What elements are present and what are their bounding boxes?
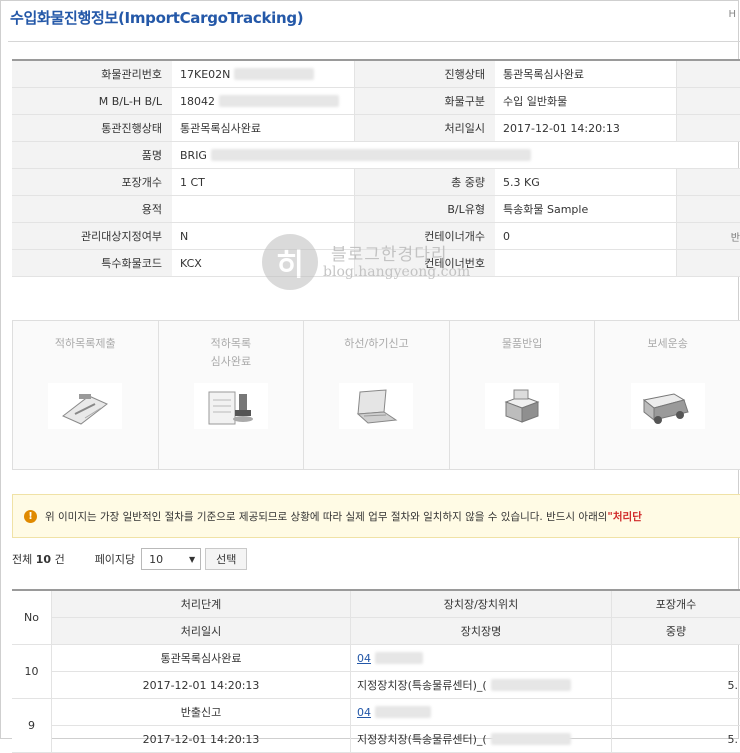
row-location-name: 지정장치장(특송물류센터)_( (351, 672, 612, 698)
info-value: 1 CT (172, 169, 355, 195)
row-weight: 5. (727, 678, 739, 692)
step-label: 물품반입 (501, 337, 543, 350)
chevron-down-icon: ▼ (189, 554, 196, 564)
step-unloading-report: 하선/하기신고 (304, 321, 450, 469)
step-manifest-review: 적하목록 심사완료 (159, 321, 305, 469)
select-button[interactable]: 선택 (205, 548, 248, 570)
title-divider (8, 41, 740, 42)
per-page-label: 페이지당 (94, 553, 136, 566)
info-label: 용적 (12, 196, 172, 222)
step-manifest-submit: 적하목록제출 (13, 321, 159, 469)
per-page-select[interactable]: 10 ▼ (141, 548, 202, 570)
info-value: BRIG (172, 142, 740, 168)
laptop-icon (339, 383, 414, 429)
boxes-icon (485, 383, 560, 429)
info-value: 수입 일반화물 (495, 88, 677, 114)
info-label: 특수화물코드 (12, 250, 172, 276)
header-location-name: 장치장명 (351, 618, 612, 644)
info-edge-text: 반 (677, 223, 740, 249)
info-value: 5.3 KG (495, 169, 677, 195)
info-value (495, 250, 677, 276)
step-label: 보세운송 (647, 337, 688, 350)
table-row: 2017-12-01 14:20:13 지정장치장(특송물류센터)_( 5. (12, 672, 740, 699)
step-label: 적하목록제출 (54, 337, 116, 350)
watermark-logo: 히 (262, 234, 318, 290)
table-header-row: 처리일시 장치장명 중량 (12, 618, 740, 645)
row-date: 2017-12-01 14:20:13 (52, 726, 351, 752)
corner-mark: H (728, 9, 736, 20)
info-label: 관리대상지정여부 (12, 223, 172, 249)
info-row: 화물관리번호 17KE02N 진행상태 통관목록심사완료 (12, 61, 740, 88)
row-date: 2017-12-01 14:20:13 (52, 672, 351, 698)
history-table: 처리단계 장치장/장치위치 포장개수 처리일시 장치장명 중량 No 통관목록심… (12, 589, 740, 753)
header-step: 처리단계 (52, 591, 351, 617)
info-row: 품명 BRIG (12, 142, 740, 169)
row-no: 9 (12, 699, 52, 752)
info-label: M B/L-H B/L (12, 88, 172, 114)
info-label: 처리일시 (355, 115, 495, 141)
info-row: M B/L-H B/L 18042 화물구분 수입 일반화물 (12, 88, 740, 115)
info-row: 용적 B/L유형 특송화물 Sample (12, 196, 740, 223)
info-label: 통관진행상태 (12, 115, 172, 141)
notice-text: 위 이미지는 가장 일반적인 절차를 기준으로 제공되므로 상황에 따라 실제 … (45, 510, 608, 523)
stamp-document-icon (193, 383, 268, 429)
info-label: 화물관리번호 (12, 61, 172, 87)
info-row: 통관진행상태 통관목록심사완료 처리일시 2017-12-01 14:20:13 (12, 115, 740, 142)
truck-icon (630, 383, 705, 429)
header-location: 장치장/장치위치 (351, 591, 612, 617)
table-header-row: 처리단계 장치장/장치위치 포장개수 (12, 591, 740, 618)
header-packages: 포장개수 (655, 598, 697, 611)
table-row: 반출신고 04 (12, 699, 740, 726)
list-controls: 전체 10 건 페이지당 10 ▼ 선택 (12, 547, 248, 571)
info-label: 진행상태 (355, 61, 495, 87)
step-goods-entry: 물품반입 (450, 321, 596, 469)
info-value (172, 196, 355, 222)
step-bonded-transport: 보세운송 (595, 321, 740, 469)
clipboard-icon (48, 383, 123, 429)
info-value: 2017-12-01 14:20:13 (495, 115, 677, 141)
info-label: 품명 (12, 142, 172, 168)
info-value: 0 (495, 223, 677, 249)
page-title: 수입화물진행정보(ImportCargoTracking) (10, 9, 304, 27)
info-value: 17KE02N (172, 61, 355, 87)
header-weight: 중량 (665, 625, 687, 638)
row-step: 반출신고 (52, 699, 351, 725)
info-value: N (172, 223, 355, 249)
total-count: 전체 10 건 (12, 553, 65, 566)
watermark-text: 블로그한경다리 (331, 245, 448, 265)
info-value: 특송화물 Sample (495, 196, 677, 222)
info-value: 18042 (172, 88, 355, 114)
row-weight: 5. (727, 732, 739, 746)
notice-highlight: "처리단 (607, 510, 642, 523)
row-step: 통관목록심사완료 (52, 645, 351, 671)
row-location-name: 지정장치장(특송물류센터)_( (351, 726, 612, 752)
info-label: 총 중량 (355, 169, 495, 195)
info-label: 화물구분 (355, 88, 495, 114)
header-no: No (12, 591, 52, 644)
info-label: B/L유형 (355, 196, 495, 222)
watermark-url: blog.hangyeong.com (323, 264, 471, 280)
warning-icon: ! (24, 509, 37, 523)
header-date: 처리일시 (52, 618, 351, 644)
location-link[interactable]: 04 (357, 706, 371, 719)
notice-banner: ! 위 이미지는 가장 일반적인 절차를 기준으로 제공되므로 상황에 따라 실… (12, 494, 740, 538)
row-no: 10 (12, 645, 52, 698)
process-steps: 적하목록제출 적하목록 심사완료 하선/하기신고 물품반입 보세운송 (12, 320, 740, 470)
info-row: 포장개수 1 CT 총 중량 5.3 KG (12, 169, 740, 196)
info-value: 통관목록심사완료 (172, 115, 355, 141)
info-value: 통관목록심사완료 (495, 61, 677, 87)
step-label: 적하목록 심사완료 (210, 337, 252, 368)
step-label: 하선/하기신고 (344, 337, 409, 350)
info-label: 포장개수 (12, 169, 172, 195)
row-location-code: 04 (351, 699, 612, 725)
table-row: 통관목록심사완료 04 (12, 645, 740, 672)
location-link[interactable]: 04 (357, 652, 371, 665)
row-location-code: 04 (351, 645, 612, 671)
